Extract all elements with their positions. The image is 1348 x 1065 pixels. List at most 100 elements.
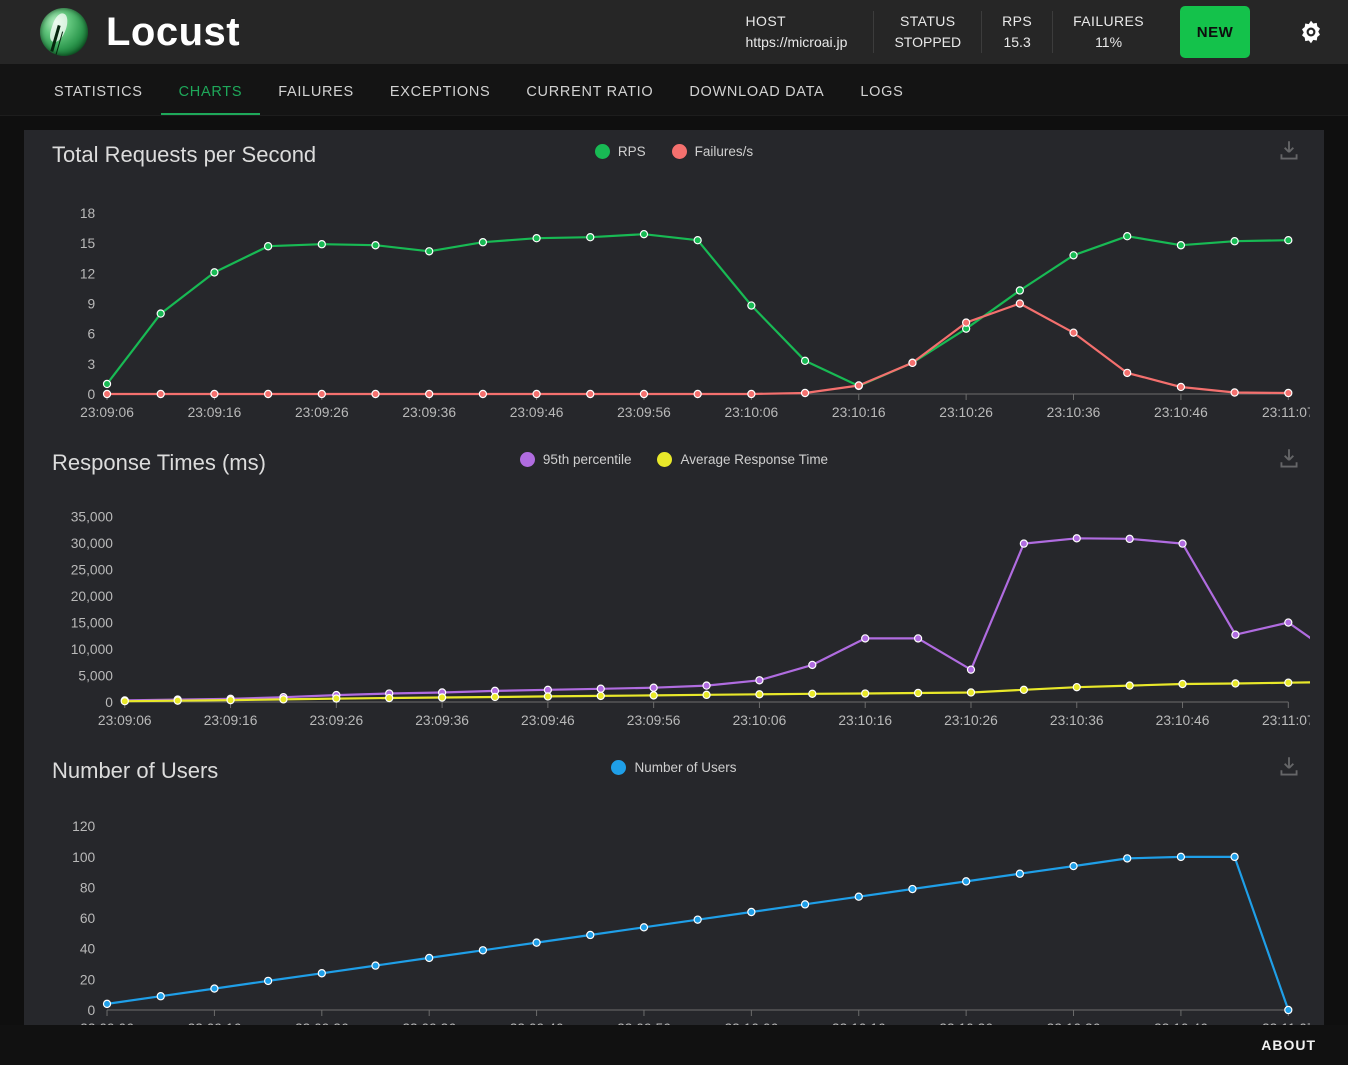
download-icon[interactable] — [1276, 446, 1302, 472]
legend-dot-avg — [657, 452, 672, 467]
header-stats: HOST https://microai.jp STATUS STOPPED R… — [726, 6, 1324, 58]
legend-dot-failures — [672, 144, 687, 159]
svg-text:23:10:46: 23:10:46 — [1156, 712, 1210, 728]
stat-rps-value: 15.3 — [1002, 32, 1032, 53]
legend-item-failures[interactable]: Failures/s — [672, 144, 754, 159]
brand-name: Locust — [106, 10, 240, 55]
main-tabs: STATISTICS CHARTS FAILURES EXCEPTIONS CU… — [0, 64, 1348, 116]
stat-failures-label: FAILURES — [1073, 11, 1144, 32]
svg-text:23:10:16: 23:10:16 — [838, 712, 892, 728]
svg-text:23:10:36: 23:10:36 — [1050, 712, 1104, 728]
svg-text:18: 18 — [80, 205, 96, 221]
svg-text:23:10:46: 23:10:46 — [1154, 404, 1208, 420]
stat-rps-label: RPS — [1002, 11, 1032, 32]
svg-text:20: 20 — [80, 971, 96, 987]
chart-response-times: Response Times (ms) 95th percentile Aver… — [24, 438, 1324, 746]
tab-logs[interactable]: LOGS — [842, 84, 921, 115]
svg-text:23:09:46: 23:09:46 — [521, 712, 575, 728]
chart-legend-response-times: 95th percentile Average Response Time — [38, 452, 1310, 467]
chart-legend-users: Number of Users — [38, 760, 1310, 775]
stat-host-label: HOST — [746, 11, 848, 32]
svg-text:0: 0 — [105, 694, 113, 710]
svg-text:23:10:06: 23:10:06 — [733, 712, 787, 728]
svg-text:23:09:56: 23:09:56 — [627, 712, 681, 728]
stat-rps: RPS 15.3 — [981, 11, 1052, 53]
app-header: Locust HOST https://microai.jp STATUS ST… — [0, 0, 1348, 64]
tab-download-data[interactable]: DOWNLOAD DATA — [671, 84, 842, 115]
plot-users: 02040608010012023:09:0623:09:1623:09:262… — [38, 804, 1310, 1044]
svg-text:23:10:36: 23:10:36 — [1047, 404, 1101, 420]
settings-button[interactable] — [1298, 19, 1324, 45]
charts-panel: Total Requests per Second RPS Failures/s — [24, 130, 1324, 1054]
legend-label-rps: RPS — [618, 144, 646, 159]
svg-text:23:10:06: 23:10:06 — [725, 404, 779, 420]
legend-dot-p95 — [520, 452, 535, 467]
svg-text:23:10:26: 23:10:26 — [939, 404, 993, 420]
chart-header-1: Response Times (ms) 95th percentile Aver… — [38, 438, 1310, 496]
legend-dot-rps — [595, 144, 610, 159]
brand: Locust — [40, 8, 240, 56]
svg-text:5,000: 5,000 — [78, 667, 113, 683]
svg-text:23:09:26: 23:09:26 — [309, 712, 363, 728]
tab-current-ratio[interactable]: CURRENT RATIO — [508, 84, 671, 115]
chart-header-2: Number of Users Number of Users — [38, 746, 1310, 804]
legend-label-users: Number of Users — [634, 760, 736, 775]
chart-number-of-users: Number of Users Number of Users 02040608… — [24, 746, 1324, 1054]
svg-text:23:09:36: 23:09:36 — [415, 712, 469, 728]
stat-host-value: https://microai.jp — [746, 32, 848, 53]
svg-text:23:11:07: 23:11:07 — [1262, 712, 1310, 728]
svg-text:23:09:46: 23:09:46 — [510, 404, 564, 420]
svg-text:20,000: 20,000 — [71, 588, 113, 604]
svg-text:9: 9 — [88, 295, 96, 311]
svg-text:23:09:16: 23:09:16 — [204, 712, 258, 728]
about-link[interactable]: ABOUT — [1261, 1037, 1316, 1053]
stat-failures: FAILURES 11% — [1052, 11, 1164, 53]
svg-text:120: 120 — [72, 818, 95, 834]
download-icon[interactable] — [1276, 754, 1302, 780]
svg-text:23:10:26: 23:10:26 — [944, 712, 998, 728]
svg-text:23:09:06: 23:09:06 — [80, 404, 134, 420]
plot-response-times: 05,00010,00015,00020,00025,00030,00035,0… — [38, 496, 1310, 736]
svg-text:6: 6 — [88, 326, 96, 342]
svg-text:80: 80 — [80, 879, 96, 895]
gear-icon — [1298, 19, 1324, 45]
tab-exceptions[interactable]: EXCEPTIONS — [372, 84, 508, 115]
svg-text:40: 40 — [80, 941, 96, 957]
svg-text:23:09:56: 23:09:56 — [617, 404, 671, 420]
svg-text:12: 12 — [80, 265, 96, 281]
chart-header-0: Total Requests per Second RPS Failures/s — [38, 130, 1310, 188]
stat-status-label: STATUS — [894, 11, 961, 32]
charts-content: Total Requests per Second RPS Failures/s — [0, 116, 1348, 1054]
chart-legend-rps: RPS Failures/s — [38, 144, 1310, 159]
svg-text:25,000: 25,000 — [71, 561, 113, 577]
legend-item-avg[interactable]: Average Response Time — [657, 452, 828, 467]
svg-text:23:10:16: 23:10:16 — [832, 404, 886, 420]
svg-text:23:09:36: 23:09:36 — [402, 404, 456, 420]
plot-rps: 036912151823:09:0623:09:1623:09:2623:09:… — [38, 188, 1310, 428]
legend-label-p95: 95th percentile — [543, 452, 632, 467]
legend-item-rps[interactable]: RPS — [595, 144, 646, 159]
svg-text:35,000: 35,000 — [71, 509, 113, 525]
legend-label-failures: Failures/s — [695, 144, 754, 159]
new-test-button[interactable]: NEW — [1180, 6, 1250, 58]
svg-text:0: 0 — [88, 386, 96, 402]
stat-host: HOST https://microai.jp — [726, 11, 874, 53]
tab-failures[interactable]: FAILURES — [260, 84, 372, 115]
svg-text:15: 15 — [80, 235, 96, 251]
svg-text:100: 100 — [72, 849, 95, 865]
tab-statistics[interactable]: STATISTICS — [36, 84, 161, 115]
page-footer: ABOUT — [0, 1025, 1348, 1065]
legend-item-p95[interactable]: 95th percentile — [520, 452, 632, 467]
svg-text:23:11:07: 23:11:07 — [1262, 404, 1310, 420]
svg-text:10,000: 10,000 — [71, 641, 113, 657]
stat-status: STATUS STOPPED — [873, 11, 981, 53]
download-icon[interactable] — [1276, 138, 1302, 164]
stat-failures-value: 11% — [1073, 32, 1144, 53]
locust-logo-icon — [40, 8, 88, 56]
svg-text:15,000: 15,000 — [71, 614, 113, 630]
legend-item-users[interactable]: Number of Users — [611, 760, 736, 775]
legend-label-avg: Average Response Time — [680, 452, 828, 467]
chart-total-rps: Total Requests per Second RPS Failures/s — [24, 130, 1324, 438]
svg-text:3: 3 — [88, 356, 96, 372]
tab-charts[interactable]: CHARTS — [161, 84, 261, 115]
